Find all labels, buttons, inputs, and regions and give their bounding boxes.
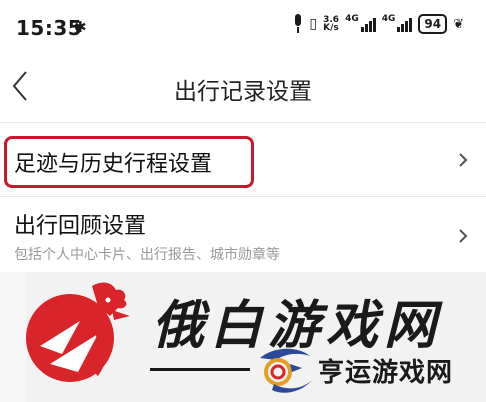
network-speed-unit: K/s — [323, 23, 339, 33]
status-icons: ▯ 3.6 K/s 4G 4G 94 ❦ — [293, 14, 464, 34]
status-bar: 15:35 ✱ ▯ 3.6 K/s 4G 4G 94 ❦ — [0, 0, 486, 56]
status-time: 15:35 — [16, 16, 83, 40]
signal-sim1: 4G — [345, 14, 376, 32]
bluetooth-icon: ✱ — [74, 18, 87, 36]
microphone-icon — [293, 14, 303, 34]
divider — [0, 196, 486, 197]
highlight-box — [4, 136, 254, 188]
chevron-right-icon — [458, 152, 468, 168]
sim1-label: 4G — [345, 14, 359, 24]
dragon-logo-icon — [254, 344, 314, 396]
watermark-subtitle: 亨运游戏网 — [318, 358, 454, 388]
leaf-icon: ❦ — [453, 16, 464, 32]
signal-bars-icon — [360, 16, 376, 32]
sim2-label: 4G — [381, 14, 396, 24]
settings-item-label: 出行回顾设置 — [14, 214, 147, 239]
page-title: 出行记录设置 — [174, 79, 312, 105]
watermark-divider — [150, 368, 250, 371]
vibrate-icon: ▯ — [309, 16, 318, 32]
network-speed: 3.6 K/s — [323, 16, 339, 33]
settings-item-subtitle: 包括个人中心卡片、出行报告、城市勋章等 — [14, 247, 280, 263]
settings-item-trip-review[interactable]: 出行回顾设置 包括个人中心卡片、出行报告、城市勋章等 — [0, 198, 486, 270]
rooster-logo-icon — [20, 276, 140, 396]
navigation-header: 出行记录设置 — [0, 56, 486, 120]
battery-indicator: 94 — [418, 14, 448, 34]
signal-sim2: 4G — [381, 14, 413, 32]
divider — [0, 122, 486, 123]
signal-bars-icon — [397, 16, 413, 32]
chevron-right-icon — [458, 228, 468, 244]
